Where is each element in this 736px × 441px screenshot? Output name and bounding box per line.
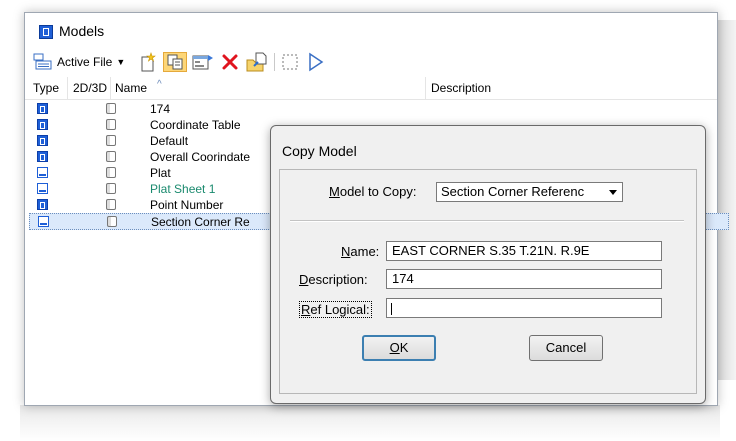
chevron-down-icon [609,190,617,195]
window-title: Models [59,23,105,39]
sort-ascending-icon: ^ [157,79,162,90]
select-all-icon [282,54,298,70]
model-name: Point Number [150,198,224,212]
sheet-model-icon [37,167,48,178]
chevron-down-icon: ▼ [116,57,126,67]
cube-3d-icon [106,167,116,178]
name-label-text: ame: [350,244,380,259]
cube-3d-icon [106,103,116,114]
ok-label-rest: K [399,340,409,355]
model-to-copy-value: Section Corner Referenc [441,184,585,199]
column-divider [110,77,111,99]
design-model-icon [37,103,48,114]
name-field[interactable]: EAST CORNER S.35 T.21N. R.9E [386,241,662,261]
delete-model-button[interactable] [219,52,241,72]
toolbar: Active File ▼ [25,47,717,77]
ref-logical-label: Ref Logical: [299,301,372,318]
cube-3d-icon [107,216,117,227]
model-to-copy-label-text: odel to Copy: [339,184,417,199]
title-bar[interactable]: Models [25,13,717,47]
cube-3d-icon [106,151,116,162]
dialog-divider [290,220,684,222]
model-name: Section Corner Re [151,215,250,229]
copy-model-dialog: Copy Model Model to Copy: Section Corner… [270,125,706,404]
model-name: Plat [150,166,171,180]
description-field[interactable]: 174 [386,269,662,289]
copy-model-button[interactable] [163,52,187,72]
description-label: Description: [299,272,368,287]
toolbar-separator [274,53,275,71]
model-name: 174 [150,102,171,116]
sheet-model-icon [37,183,48,194]
column-divider [425,77,426,99]
column-divider [67,77,68,99]
cancel-label: Cancel [545,340,587,355]
select-all-button[interactable] [279,52,301,72]
column-name-header[interactable]: Name [115,81,147,95]
ok-label-first: O [389,340,400,355]
model-to-copy-dropdown[interactable]: Section Corner Referenc [436,182,623,202]
file-list-icon [33,53,52,70]
description-label-text: escription: [308,272,368,287]
dialog-body: Model to Copy: Section Corner Referenc N… [279,169,697,394]
model-name: Plat Sheet 1 [150,182,216,196]
file-source-label: Active File [57,55,113,69]
model-name: Overall Coorindate [150,150,251,164]
column-type-header[interactable]: Type [33,81,59,95]
models-app-icon [39,25,53,39]
description-value: 174 [392,271,414,286]
design-model-icon [37,119,48,130]
dialog-title: Copy Model [282,143,357,159]
ok-button[interactable]: OK [362,335,436,361]
design-model-icon [37,135,48,146]
design-model-icon [37,151,48,162]
import-model-button[interactable] [245,52,269,72]
cube-3d-icon [106,199,116,210]
text-cursor [391,303,392,315]
model-properties-button[interactable] [191,52,215,72]
set-active-icon [309,52,324,72]
list-header: Type 2D/3D Name ^ Description [25,77,717,100]
design-model-icon [37,199,48,210]
model-to-copy-label: Model to Copy: [329,184,417,199]
name-label: Name: [341,244,380,259]
file-source-dropdown[interactable]: Active File ▼ [33,52,131,72]
ref-logical-field[interactable] [386,298,662,318]
model-name: Default [150,134,189,148]
sheet-model-icon [38,216,49,227]
create-model-icon [141,52,156,72]
table-row[interactable]: 174 [29,101,729,118]
delete-icon [222,54,238,70]
cancel-button[interactable]: Cancel [529,335,603,361]
copy-model-icon [167,54,183,70]
cube-3d-icon [106,119,116,130]
background-blur-bottom [20,405,720,441]
name-value: EAST CORNER S.35 T.21N. R.9E [392,243,590,258]
create-model-button[interactable] [137,52,159,72]
set-active-model-button[interactable] [305,52,327,72]
column-description-header[interactable]: Description [431,81,491,95]
model-properties-icon [192,55,213,70]
ref-logical-label-text: ef Logical: [310,302,370,317]
import-icon [246,52,267,72]
cube-3d-icon [106,135,116,146]
model-name: Coordinate Table [150,118,241,132]
cube-3d-icon [106,183,116,194]
column-2d3d-header[interactable]: 2D/3D [73,81,107,95]
